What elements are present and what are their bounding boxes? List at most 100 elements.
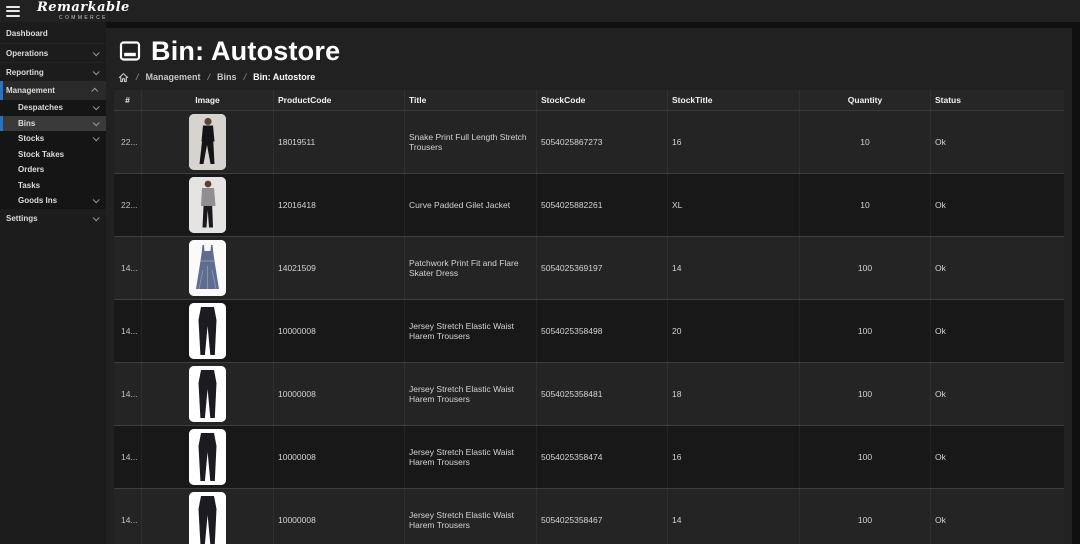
stock-code: 5054025882261: [537, 174, 668, 236]
chevron-down-icon: [93, 214, 100, 221]
bin-icon: [118, 39, 142, 63]
col-header-num[interactable]: #: [114, 90, 142, 110]
chevron-down-icon: [93, 49, 100, 56]
product-image-cell: [142, 363, 274, 425]
product-image[interactable]: [189, 240, 226, 296]
product-code: 10000008: [274, 300, 405, 362]
row-id: 14...: [114, 237, 142, 299]
menu-icon[interactable]: [6, 6, 20, 17]
table-row[interactable]: 14... 10000008 Jersey Stretch Elastic Wa…: [114, 426, 1064, 489]
stock-title: 16: [668, 426, 800, 488]
chevron-down-icon: [93, 104, 100, 111]
breadcrumb-current: Bin: Autostore: [253, 72, 315, 82]
product-code: 10000008: [274, 426, 405, 488]
product-image-cell: [142, 174, 274, 236]
row-id: 14...: [114, 363, 142, 425]
product-image[interactable]: [189, 303, 226, 359]
breadcrumb-separator: /: [136, 72, 139, 82]
col-header-quantity[interactable]: Quantity: [800, 90, 931, 110]
status: Ok: [931, 174, 1064, 236]
col-header-stocktitle[interactable]: StockTitle: [668, 90, 800, 110]
col-header-stockcode[interactable]: StockCode: [537, 90, 668, 110]
sidebar-item-label: Settings: [6, 214, 93, 223]
product-image-cell: [142, 237, 274, 299]
product-code: 14021509: [274, 237, 405, 299]
breadcrumb: / Management / Bins / Bin: Autostore: [118, 70, 1072, 84]
sidebar-item-label: Operations: [6, 49, 93, 58]
table-row[interactable]: 14... 10000008 Jersey Stretch Elastic Wa…: [114, 300, 1064, 363]
product-image[interactable]: [189, 177, 226, 233]
topbar: Remarkable COMMERCE: [0, 0, 1080, 22]
stock-code: 5054025358498: [537, 300, 668, 362]
product-image[interactable]: [189, 429, 226, 485]
product-code: 10000008: [274, 489, 405, 544]
row-id: 14...: [114, 489, 142, 544]
table-row[interactable]: 22... 12016418 Curve Padded Gilet Jacket…: [114, 174, 1064, 237]
sidebar-item-orders[interactable]: Orders: [0, 162, 106, 178]
product-image-cell: [142, 300, 274, 362]
table-row[interactable]: 14... 10000008 Jersey Stretch Elastic Wa…: [114, 363, 1064, 426]
row-id: 22...: [114, 174, 142, 236]
status: Ok: [931, 489, 1064, 544]
chevron-down-icon: [93, 197, 100, 204]
sidebar-item-stock-takes[interactable]: Stock Takes: [0, 147, 106, 163]
sidebar-item-despatches[interactable]: Despatches: [0, 100, 106, 116]
status: Ok: [931, 300, 1064, 362]
sidebar-item-label: Tasks: [18, 181, 100, 190]
product-code: 18019511: [274, 111, 405, 173]
status: Ok: [931, 111, 1064, 173]
sidebar-item-reporting[interactable]: Reporting: [0, 62, 106, 81]
breadcrumb-bins[interactable]: Bins: [217, 72, 237, 82]
stock-title: 20: [668, 300, 800, 362]
product-image-cell: [142, 111, 274, 173]
sidebar-item-management[interactable]: Management: [0, 81, 106, 100]
product-title: Curve Padded Gilet Jacket: [405, 174, 537, 236]
col-header-title[interactable]: Title: [405, 90, 537, 110]
col-header-status[interactable]: Status: [931, 90, 1064, 110]
sidebar-item-settings[interactable]: Settings: [0, 209, 106, 228]
bin-items-table: # Image ProductCode Title StockCode Stoc…: [114, 90, 1064, 544]
product-title: Jersey Stretch Elastic Waist Harem Trous…: [405, 489, 537, 544]
status: Ok: [931, 363, 1064, 425]
sidebar-item-label: Stocks: [18, 134, 93, 143]
logo[interactable]: Remarkable COMMERCE: [37, 1, 130, 21]
table-row[interactable]: 14... 10000008 Jersey Stretch Elastic Wa…: [114, 489, 1064, 544]
page-title-row: Bin: Autostore: [118, 34, 1072, 68]
main-panel: Bin: Autostore / Management / Bins / Bin…: [106, 28, 1072, 544]
product-image[interactable]: [189, 492, 226, 544]
col-header-productcode[interactable]: ProductCode: [274, 90, 405, 110]
product-title: Patchwork Print Fit and Flare Skater Dre…: [405, 237, 537, 299]
logo-wordmark: Remarkable: [37, 1, 130, 14]
sidebar-item-operations[interactable]: Operations: [0, 43, 106, 62]
table-row[interactable]: 14... 14021509 Patchwork Print Fit and F…: [114, 237, 1064, 300]
stock-title: 14: [668, 237, 800, 299]
quantity: 100: [800, 237, 931, 299]
stock-code: 5054025867273: [537, 111, 668, 173]
product-image[interactable]: [189, 114, 226, 170]
row-id: 14...: [114, 426, 142, 488]
sidebar-item-bins[interactable]: Bins: [0, 116, 106, 132]
sidebar-item-tasks[interactable]: Tasks: [0, 178, 106, 194]
status: Ok: [931, 426, 1064, 488]
sidebar-item-dashboard[interactable]: Dashboard: [0, 24, 106, 43]
sidebar-item-stocks[interactable]: Stocks: [0, 131, 106, 147]
col-header-image[interactable]: Image: [142, 90, 274, 110]
table-row[interactable]: 22... 18019511 Snake Print Full Length S…: [114, 111, 1064, 174]
breadcrumb-management[interactable]: Management: [146, 72, 201, 82]
quantity: 100: [800, 426, 931, 488]
home-icon[interactable]: [118, 72, 129, 83]
quantity: 100: [800, 363, 931, 425]
product-title: Jersey Stretch Elastic Waist Harem Trous…: [405, 363, 537, 425]
quantity: 100: [800, 489, 931, 544]
sidebar-item-goods-ins[interactable]: Goods Ins: [0, 193, 106, 209]
table-header: # Image ProductCode Title StockCode Stoc…: [114, 90, 1064, 111]
sidebar-item-label: Reporting: [6, 68, 93, 77]
sidebar-item-label: Orders: [18, 165, 100, 174]
stock-title: 16: [668, 111, 800, 173]
row-id: 22...: [114, 111, 142, 173]
sidebar-item-label: Stock Takes: [18, 150, 100, 159]
sidebar-item-label: Management: [6, 86, 93, 95]
product-code: 12016418: [274, 174, 405, 236]
product-image[interactable]: [189, 366, 226, 422]
stock-title: 14: [668, 489, 800, 544]
